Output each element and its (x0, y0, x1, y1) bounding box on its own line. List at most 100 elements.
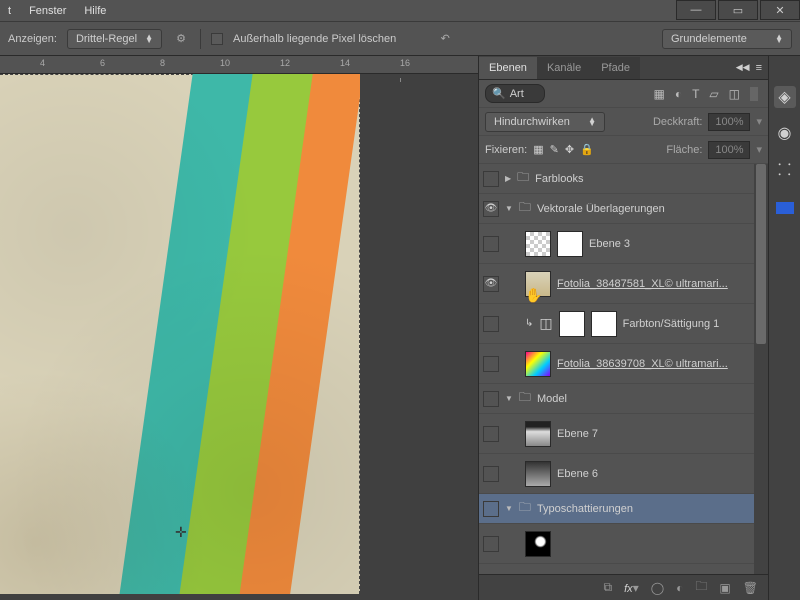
layer-thumbnail[interactable] (525, 531, 551, 557)
visibility-toggle[interactable] (483, 391, 499, 407)
lock-row: Fixieren: ▦ ✎ ✥ 🔒 Fläche: 100% ▾ (479, 136, 768, 164)
layer-thumbnail[interactable] (525, 231, 551, 257)
layer-row[interactable]: Fotolia_38639708_XL© ultramari... (479, 344, 768, 384)
dock-color-icon[interactable] (776, 202, 794, 214)
link-layers-icon[interactable]: ⧉ (604, 580, 613, 595)
menu-item[interactable]: Hilfe (84, 5, 106, 17)
layer-row[interactable]: ▼🗀Model (479, 384, 768, 414)
rule-dropdown[interactable]: Drittel-Regel▲▼ (67, 29, 162, 49)
visibility-toggle[interactable] (483, 536, 499, 552)
layer-name[interactable]: Fotolia_38487581_XL© ultramari... (557, 278, 764, 290)
visibility-toggle[interactable] (483, 171, 499, 187)
layer-row[interactable]: ▼🗀Typoschattierungen (479, 494, 768, 524)
fill-field[interactable]: 100% (708, 141, 750, 159)
visibility-toggle[interactable] (483, 426, 499, 442)
filter-toggle[interactable] (750, 87, 758, 101)
visibility-toggle[interactable]: 👁 (483, 201, 499, 217)
layer-list[interactable]: ▶🗀Farblooks👁▼🗀Vektorale ÜberlagerungenEb… (479, 164, 768, 574)
layer-filter-dropdown[interactable]: 🔍Art (485, 84, 545, 103)
lock-pixels-icon[interactable]: ✎ (550, 143, 559, 156)
filter-smart-icon[interactable]: ◫ (729, 87, 740, 101)
layer-name[interactable]: Ebene 7 (557, 428, 764, 440)
layer-name[interactable]: Farbton/Sättigung 1 (623, 318, 764, 330)
layer-row[interactable]: Ebene 6 (479, 454, 768, 494)
tab-paths[interactable]: Pfade (591, 57, 640, 79)
filter-pixel-icon[interactable]: ▦ (653, 87, 664, 101)
elements-dropdown[interactable]: Grundelemente▲▼ (662, 29, 792, 49)
layer-row[interactable]: ↳◫Farbton/Sättigung 1 (479, 304, 768, 344)
visibility-toggle[interactable]: 👁 (483, 276, 499, 292)
layer-row[interactable] (479, 524, 768, 564)
adjustment-thumb: ◫ (539, 315, 552, 332)
layer-row[interactable]: 👁▼🗀Vektorale Überlagerungen (479, 194, 768, 224)
layer-thumbnail[interactable] (525, 461, 551, 487)
fx-icon[interactable]: fx▾ (624, 581, 639, 595)
layer-row[interactable]: Ebene 7 (479, 414, 768, 454)
blend-mode-dropdown[interactable]: Hindurchwirken▲▼ (485, 112, 605, 132)
disclosure-icon[interactable]: ▼ (505, 504, 513, 513)
layer-thumbnail[interactable] (559, 311, 585, 337)
document-canvas[interactable]: ✛ (0, 74, 360, 594)
disclosure-icon[interactable]: ▼ (505, 204, 513, 213)
adjustment-icon[interactable]: ◐ (676, 581, 683, 595)
minimize-button[interactable]: — (676, 0, 716, 20)
panel-tabs: Ebenen Kanäle Pfade ◀◀ ≡ (479, 56, 768, 80)
delete-outside-label: Außerhalb liegende Pixel löschen (233, 33, 396, 45)
lock-transparency-icon[interactable]: ▦ (533, 143, 543, 156)
visibility-toggle[interactable] (483, 501, 499, 517)
crop-center-icon[interactable]: ✛ (175, 524, 187, 541)
group-icon[interactable]: 🗀 (695, 577, 707, 598)
layer-row[interactable]: Ebene 3 (479, 224, 768, 264)
panel-menu-icon[interactable]: ≡ (756, 62, 762, 74)
layer-row[interactable]: 👁 Fotolia_38487581_XL© ultramari... (479, 264, 768, 304)
canvas-area[interactable]: 4 6 8 10 12 14 16 ✛ (0, 56, 478, 600)
visibility-toggle[interactable] (483, 356, 499, 372)
delete-outside-checkbox[interactable] (211, 33, 223, 45)
mask-icon[interactable]: ◯ (651, 581, 664, 595)
layer-thumbnail[interactable] (525, 351, 551, 377)
menu-item[interactable]: t (8, 5, 11, 17)
layer-name[interactable]: Fotolia_38639708_XL© ultramari... (557, 358, 764, 370)
layer-name[interactable]: Ebene 6 (557, 468, 764, 480)
layer-name[interactable]: Vektorale Überlagerungen (537, 203, 764, 215)
dock-layers-icon[interactable]: ◈ (774, 86, 796, 108)
scrollbar-thumb[interactable] (756, 164, 766, 344)
dock-channels-icon[interactable]: ◉ (774, 122, 796, 144)
scrollbar[interactable] (754, 164, 768, 574)
layer-name[interactable]: Typoschattierungen (537, 503, 764, 515)
filter-adjust-icon[interactable]: ◐ (675, 87, 682, 101)
layer-thumbnail[interactable] (525, 421, 551, 447)
layer-name[interactable]: Model (537, 393, 764, 405)
lock-position-icon[interactable]: ✥ (565, 143, 574, 156)
layer-filter-row: 🔍Art ▦ ◐ T ▱ ◫ (479, 80, 768, 108)
new-layer-icon[interactable]: ▣ (719, 581, 730, 595)
filter-shape-icon[interactable]: ▱ (709, 87, 718, 101)
reset-icon[interactable]: ↶ (436, 30, 454, 48)
layer-thumbnail[interactable] (557, 231, 583, 257)
opacity-flyout-icon[interactable]: ▾ (756, 115, 762, 128)
disclosure-icon[interactable]: ▶ (505, 174, 511, 183)
layer-name[interactable]: Ebene 3 (589, 238, 764, 250)
maximize-button[interactable]: ▭ (718, 0, 758, 20)
layer-name[interactable]: Farblooks (535, 173, 764, 185)
close-button[interactable]: ✕ (760, 0, 800, 20)
dock-paths-icon[interactable]: ⸬ (774, 158, 796, 180)
disclosure-icon[interactable]: ▼ (505, 394, 513, 403)
gear-icon[interactable]: ⚙ (172, 30, 190, 48)
lock-all-icon[interactable]: 🔒 (580, 143, 594, 156)
filter-type-icon[interactable]: T (692, 87, 699, 101)
visibility-toggle[interactable] (483, 316, 499, 332)
opacity-field[interactable]: 100% (708, 113, 750, 131)
tab-channels[interactable]: Kanäle (537, 57, 591, 79)
layer-thumbnail[interactable] (591, 311, 617, 337)
tab-layers[interactable]: Ebenen (479, 57, 537, 79)
delete-icon[interactable]: 🗑 (743, 581, 758, 595)
menu-item[interactable]: Fenster (29, 5, 66, 17)
visibility-toggle[interactable] (483, 236, 499, 252)
collapse-icon[interactable]: ◀◀ (736, 62, 750, 74)
layer-thumbnail[interactable] (525, 271, 551, 297)
fill-flyout-icon[interactable]: ▾ (756, 143, 762, 156)
layer-row[interactable]: ▶🗀Farblooks (479, 164, 768, 194)
layers-panel: Ebenen Kanäle Pfade ◀◀ ≡ 🔍Art ▦ ◐ T ▱ ◫ (478, 56, 768, 600)
visibility-toggle[interactable] (483, 466, 499, 482)
